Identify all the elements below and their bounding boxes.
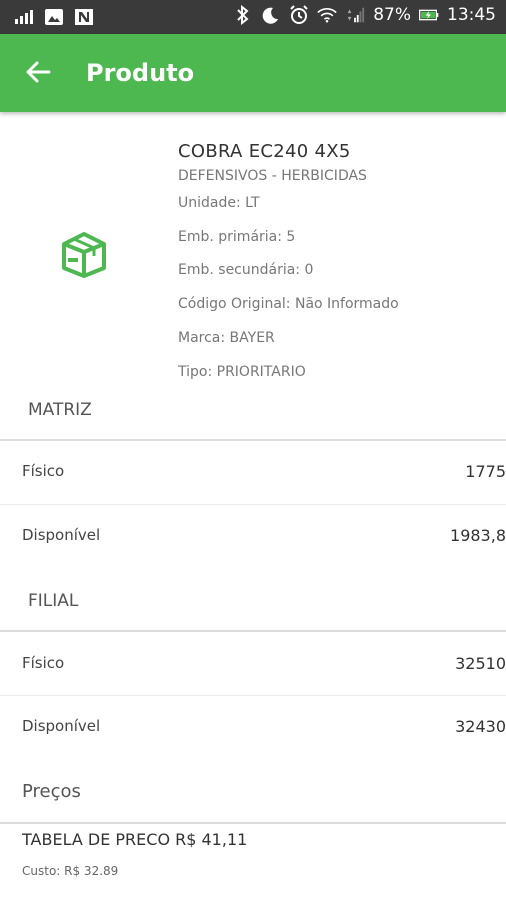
back-button[interactable] bbox=[22, 58, 54, 90]
matriz-fisico-label: Físico bbox=[22, 462, 65, 480]
divider bbox=[0, 822, 506, 824]
status-bar: 87% 13:45 bbox=[0, 0, 506, 34]
matriz-disponivel-value: 1983,8 bbox=[450, 526, 506, 545]
filial-fisico-label: Físico bbox=[22, 654, 65, 672]
product-original-code: Código Original: Não Informado bbox=[178, 296, 399, 312]
product-secondary-pack: Emb. secundária: 0 bbox=[178, 262, 314, 278]
product-primary-pack: Emb. primária: 5 bbox=[178, 229, 296, 245]
matriz-fisico-value: 1775 bbox=[465, 462, 506, 481]
divider bbox=[0, 630, 506, 632]
do-not-disturb-moon-icon bbox=[261, 5, 281, 25]
wifi-icon bbox=[317, 5, 337, 25]
notification-icons bbox=[14, 7, 94, 27]
signal-bars-icon bbox=[14, 7, 34, 27]
clock-time: 13:45 bbox=[447, 5, 496, 25]
section-title-filial: FILIAL bbox=[28, 591, 79, 611]
filial-disponivel-label: Disponível bbox=[22, 717, 101, 735]
n-app-icon bbox=[74, 7, 94, 27]
product-brand: Marca: BAYER bbox=[178, 330, 275, 346]
divider bbox=[0, 439, 506, 441]
section-title-matriz: MATRIZ bbox=[28, 400, 92, 420]
battery-percent: 87% bbox=[373, 5, 411, 25]
battery-charging-icon bbox=[419, 5, 439, 25]
arrow-back-icon bbox=[25, 59, 51, 89]
row-separator bbox=[0, 695, 506, 696]
package-box-icon bbox=[58, 230, 110, 282]
row-separator bbox=[0, 504, 506, 505]
matriz-disponivel-label: Disponível bbox=[22, 526, 101, 544]
bluetooth-icon bbox=[233, 5, 253, 25]
filial-disponivel-value: 32430 bbox=[455, 717, 506, 736]
product-unit: Unidade: LT bbox=[178, 195, 260, 211]
price-table-value: TABELA DE PRECO R$ 41,11 bbox=[22, 830, 248, 849]
price-cost-value: Custo: R$ 32.89 bbox=[22, 864, 119, 878]
product-type: Tipo: PRIORITARIO bbox=[178, 364, 306, 380]
alarm-icon bbox=[289, 5, 309, 25]
app-bar: Produto bbox=[0, 34, 506, 112]
filial-fisico-value: 32510 bbox=[455, 654, 506, 673]
image-icon bbox=[44, 7, 64, 27]
page-title: Produto bbox=[86, 59, 195, 87]
cell-signal-icon bbox=[345, 5, 365, 25]
product-category: DEFENSIVOS - HERBICIDAS bbox=[178, 168, 367, 184]
product-info: COBRA EC240 4X5 DEFENSIVOS - HERBICIDAS … bbox=[0, 112, 506, 392]
product-name: COBRA EC240 4X5 bbox=[178, 141, 351, 162]
section-title-precos: Preços bbox=[22, 781, 81, 802]
